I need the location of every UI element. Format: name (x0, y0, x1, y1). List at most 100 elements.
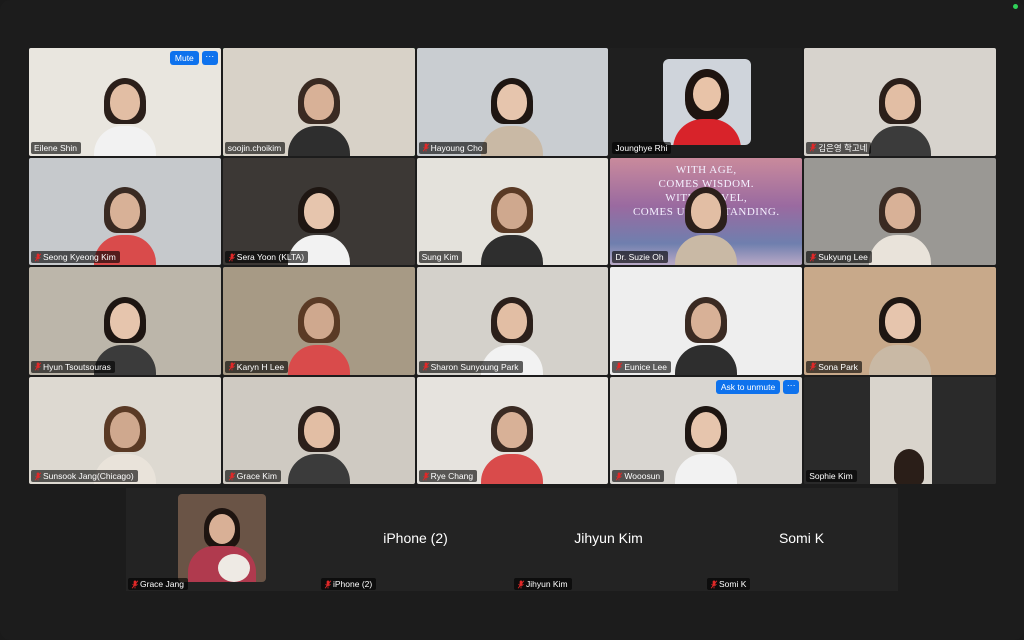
participant-video (287, 74, 350, 156)
mic-muted-icon (131, 579, 139, 589)
participant-name: Dr. Suzie Oh (615, 252, 664, 262)
participant-display-name: Somi K (778, 530, 825, 546)
participant-video (869, 74, 932, 156)
participant-tile[interactable]: Hyun Tsoutsouras (29, 267, 221, 375)
participant-tile[interactable]: WITH AGE,COMES WISDOM.WITH TRAVEL,COMES … (610, 157, 803, 265)
mic-muted-icon (34, 362, 42, 371)
participant-name: Grace Kim (236, 471, 277, 481)
participant-name-tag: Grace Kim (224, 470, 281, 482)
participant-video (675, 402, 738, 484)
participant-name: Karyn H Lee (236, 361, 285, 372)
mic-muted-icon (615, 362, 623, 371)
participant-name-tag: Sharon Sunyoung Park (418, 360, 523, 373)
participant-tile[interactable]: Eunice Lee (610, 267, 803, 375)
participant-display-name: Jihyun Kim (574, 530, 643, 546)
participant-tile[interactable]: Grace Kim (222, 376, 415, 484)
participant-name-tag: Wooosun (612, 470, 665, 482)
participant-name-tag: Jounghye Rhi (612, 141, 672, 154)
participant-video (481, 74, 544, 156)
participant-name: Eilene Shin (34, 142, 78, 153)
participant-tile[interactable]: Karyn H Lee (222, 267, 415, 375)
participant-name: Hyun Tsoutsouras (43, 361, 111, 372)
participant-name: Seong Kyeong Kim (43, 252, 116, 262)
mic-muted-icon (228, 362, 236, 371)
participant-tile[interactable]: Sung Kim (416, 157, 609, 265)
participant-name: Somi K (719, 579, 747, 589)
participant-tile[interactable]: Ask to unmute ··· Wooosun (610, 376, 803, 484)
participant-video (869, 183, 932, 265)
participant-name: Jounghye Rhi (615, 142, 668, 153)
participant-tile[interactable]: Sera Yoon (KLTA) (222, 157, 415, 265)
participant-name-tag: Sung Kim (418, 251, 463, 263)
participant-name: Sharon Sunyoung Park (430, 361, 519, 372)
more-options-button[interactable]: ··· (201, 51, 218, 65)
participant-tile[interactable]: Grace Jang (126, 488, 319, 591)
participant-tile[interactable]: Jounghye Rhi (610, 48, 803, 156)
participant-name: 김은영 학고네 (818, 142, 868, 153)
participant-name-tag: Sunsook Jang(Chicago) (31, 470, 138, 482)
participant-video (675, 183, 738, 265)
participant-tile[interactable]: soojin.choikim (222, 48, 415, 156)
participant-video (869, 293, 932, 375)
participant-tile[interactable]: Rye Chang (416, 376, 609, 484)
mic-muted-icon (422, 143, 429, 152)
participant-name-tag: Grace Jang (128, 578, 188, 590)
mic-muted-icon (809, 362, 817, 371)
participant-name: Sera Yoon (KLTA) (236, 252, 305, 262)
poster-text: WITH AGE, (675, 163, 737, 176)
participant-name: Eunice Lee (624, 361, 667, 372)
more-options-button[interactable]: ··· (783, 379, 800, 394)
participant-name: Wooosun (624, 471, 661, 481)
mute-button[interactable]: Mute (169, 51, 199, 65)
participant-name-tag: Hayoung Cho (418, 141, 487, 154)
participant-tile[interactable]: Seong Kyeong Kim (29, 157, 221, 265)
participant-tile[interactable]: Sukyung Lee (804, 157, 996, 265)
participant-name-tag: Rye Chang (418, 470, 478, 482)
mic-muted-icon (324, 579, 332, 589)
participant-tile[interactable]: Jihyun Kim Jihyun Kim (512, 488, 705, 591)
participant-name: soojin.choikim (227, 142, 282, 153)
participant-name: Sunsook Jang(Chicago) (43, 471, 134, 481)
participant-name: Rye Chang (430, 471, 474, 481)
participant-tile[interactable]: Sona Park (804, 267, 996, 375)
ask-to-unmute-button[interactable]: Ask to unmute (715, 379, 781, 394)
participant-video (481, 183, 544, 265)
participant-tile[interactable]: iPhone (2) iPhone (2) (319, 488, 512, 591)
participant-name-tag: Sera Yoon (KLTA) (224, 251, 309, 263)
participant-name-tag: Seong Kyeong Kim (31, 251, 120, 263)
participant-name-tag: Jihyun Kim (514, 578, 572, 590)
participant-name-tag: iPhone (2) (321, 578, 377, 590)
participant-tile[interactable]: Hayoung Cho (416, 48, 609, 156)
participant-name: Sona Park (818, 361, 858, 372)
status-indicator (1013, 4, 1018, 9)
participant-name-tag: Sona Park (806, 360, 862, 373)
participant-name-tag: Hyun Tsoutsouras (31, 360, 115, 373)
participant-tile[interactable]: 김은영 학고네 (804, 48, 996, 156)
mic-muted-icon (228, 471, 236, 481)
mic-muted-icon (710, 579, 718, 589)
participant-name-tag: 김은영 학고네 (806, 141, 872, 154)
participant-name-tag: Eunice Lee (612, 360, 671, 373)
participant-video (481, 402, 544, 484)
participant-name-tag: Eilene Shin (31, 141, 82, 154)
participant-name-tag: Sophie Kim (806, 470, 857, 482)
participant-name: Sukyung Lee (818, 252, 868, 262)
mic-muted-icon (809, 143, 817, 152)
participant-tile[interactable]: Sharon Sunyoung Park (416, 267, 609, 375)
mic-muted-icon (422, 471, 429, 481)
mic-muted-icon (422, 362, 429, 371)
participant-tile[interactable]: Somi K Somi K (705, 488, 898, 591)
mic-muted-icon (34, 252, 42, 262)
participant-tile[interactable]: Mute ··· Eilene Shin (29, 48, 221, 156)
mic-muted-icon (228, 252, 236, 262)
mic-muted-icon (615, 471, 623, 481)
participant-video (178, 494, 266, 582)
participant-tile[interactable]: Sunsook Jang(Chicago) (29, 376, 221, 484)
participant-tile[interactable]: Sophie Kim (804, 376, 996, 484)
participant-name-tag: Sukyung Lee (806, 251, 872, 263)
mic-muted-icon (517, 579, 525, 589)
participant-name-tag: Somi K (707, 578, 751, 590)
gallery-bottom-row: Grace Jang iPhone (2) iPhone (2) Jihyun Kim… (126, 488, 898, 591)
participant-video (675, 293, 738, 375)
mic-muted-icon (809, 252, 817, 262)
